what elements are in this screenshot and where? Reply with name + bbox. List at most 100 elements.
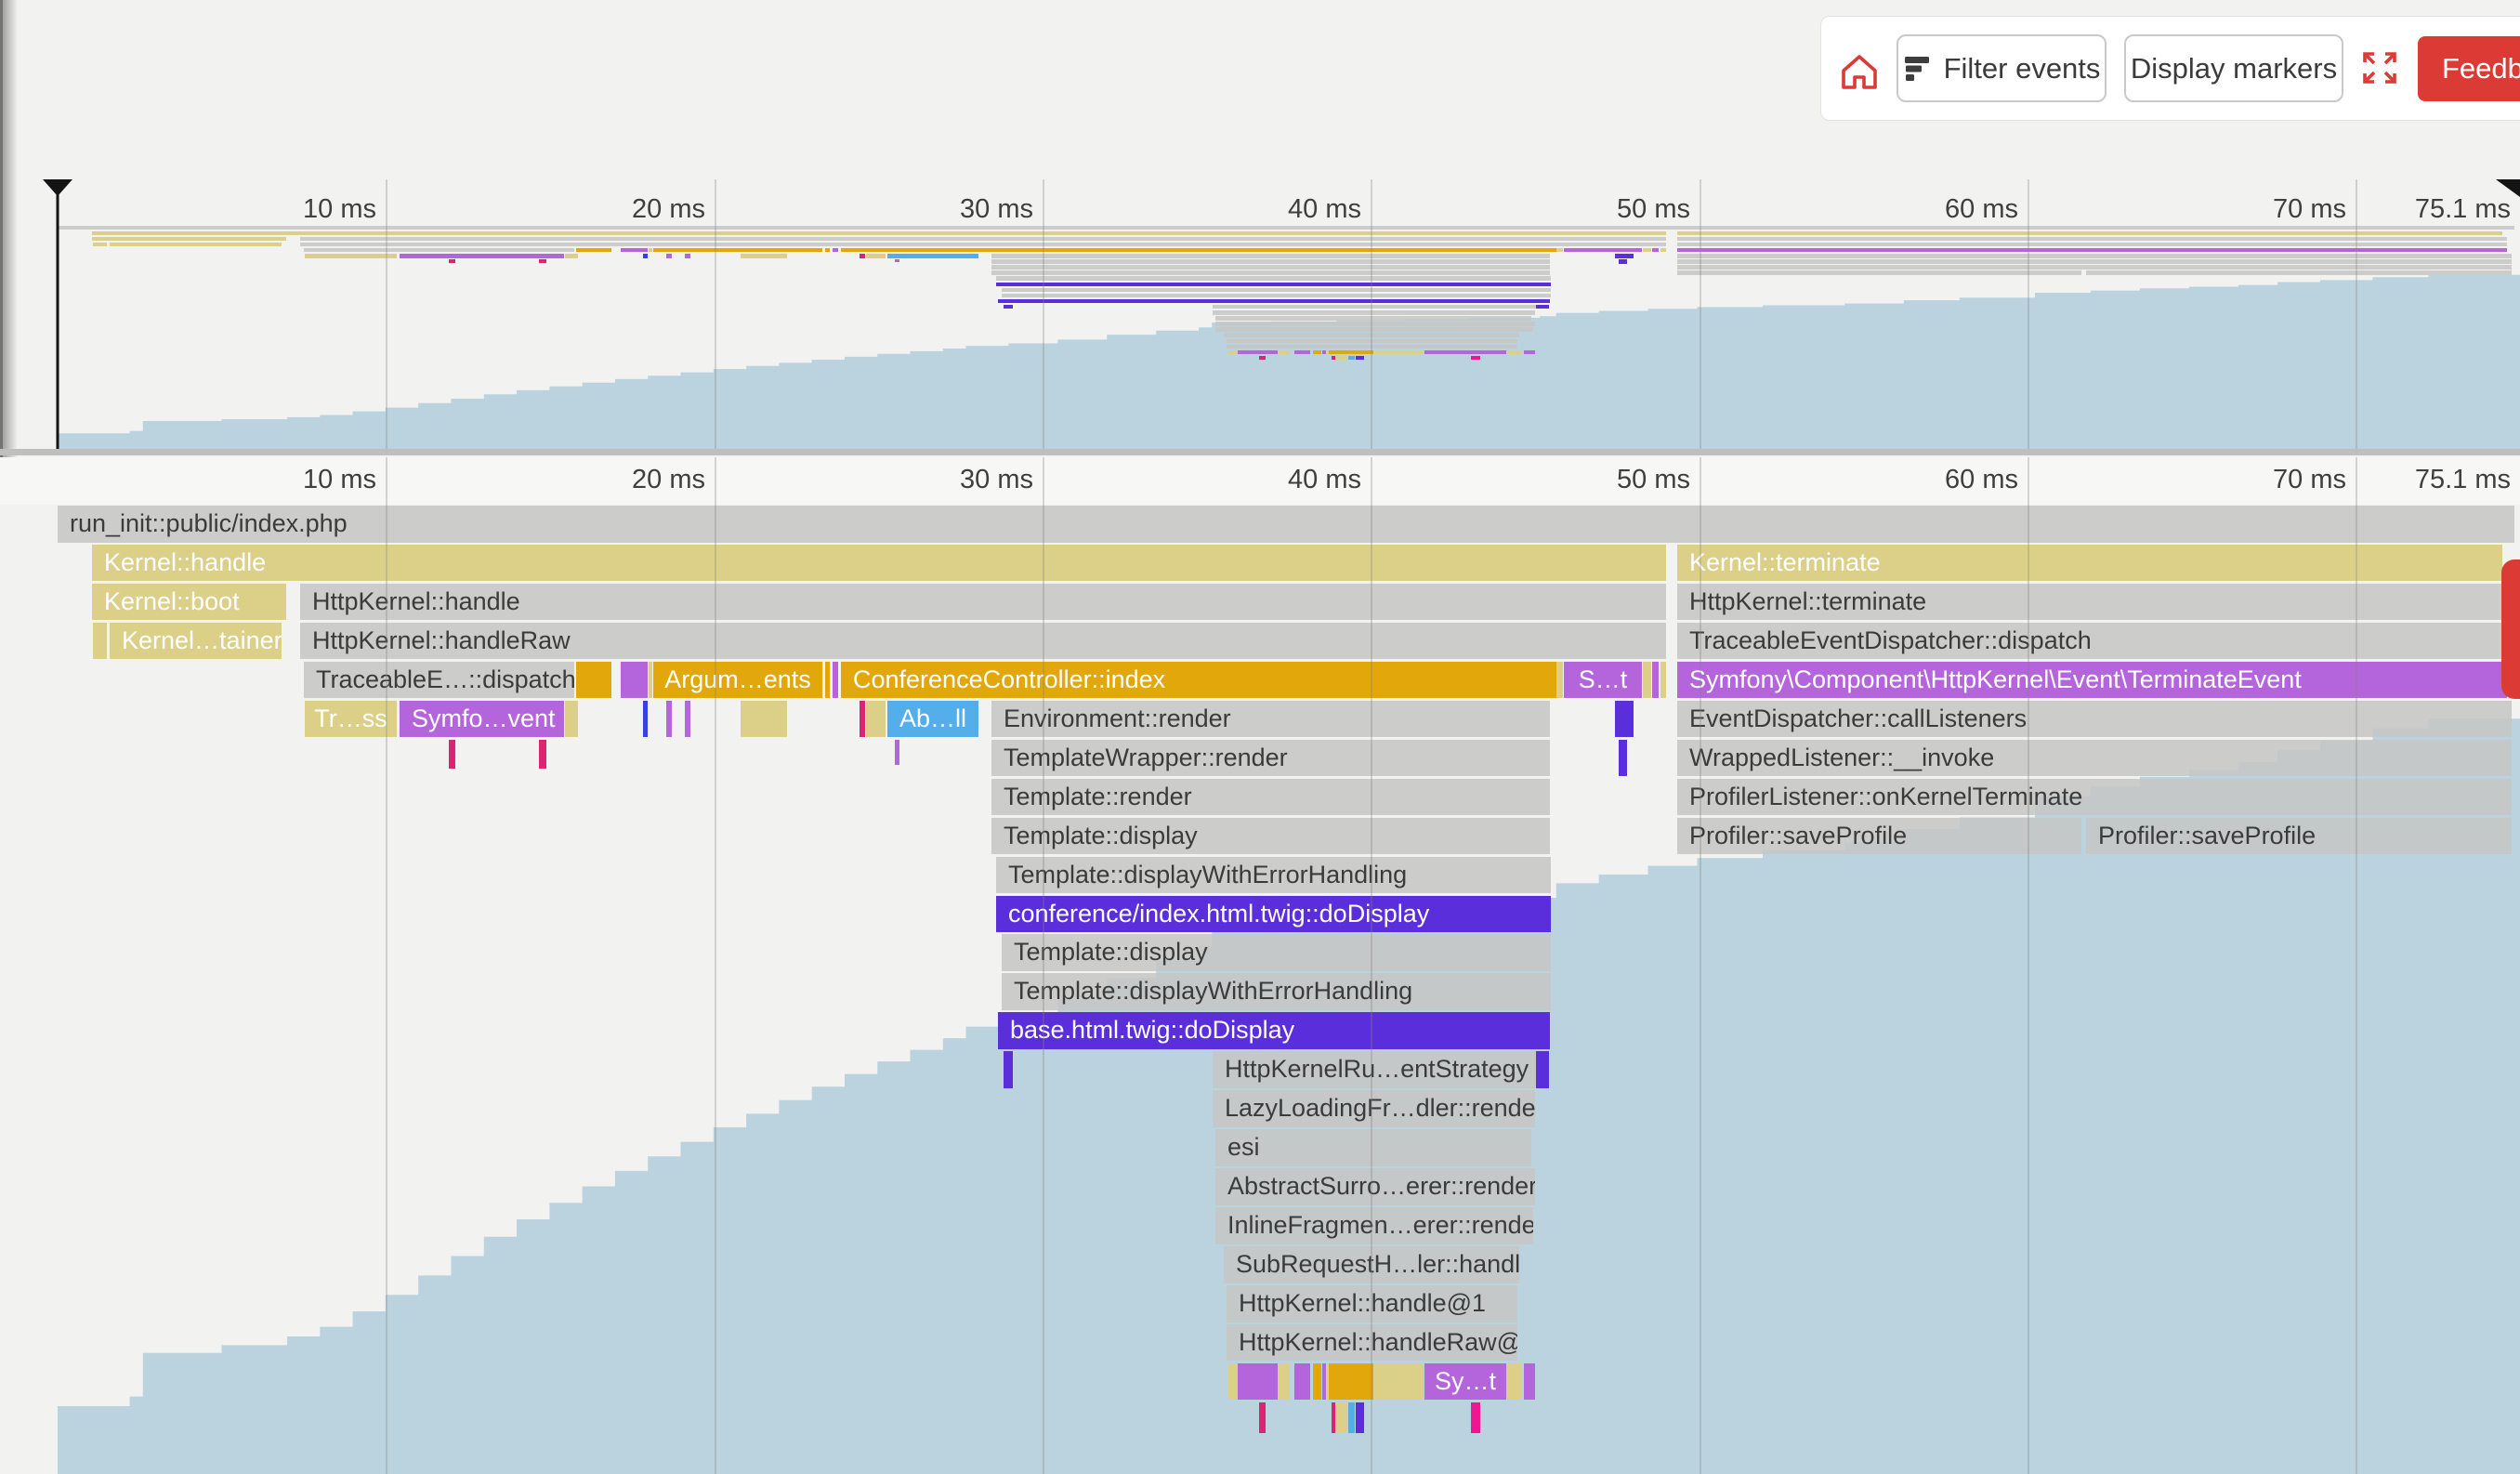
timeline-bar[interactable] <box>539 740 546 770</box>
timeline-bar[interactable]: Kernel…tainer <box>110 623 282 660</box>
timeline-bar[interactable]: ProfilerListener::onKernelTerminate <box>1677 779 2512 816</box>
timeline-bar[interactable] <box>1373 1363 1424 1401</box>
timeline-bar[interactable]: Kernel::handle <box>92 545 1666 582</box>
timeline-bar[interactable] <box>1259 1402 1266 1434</box>
display-markers-label: Display markers <box>2131 52 2337 86</box>
timeline-bar[interactable]: esi <box>1215 1129 1531 1166</box>
timeline-bar[interactable] <box>649 662 652 699</box>
timeline-bar[interactable]: ConferenceController::index <box>841 662 1556 699</box>
timeline-bar[interactable] <box>1643 662 1651 699</box>
timeline-bar[interactable]: Ab…ll <box>887 701 978 738</box>
timeline-bar[interactable] <box>1556 662 1563 699</box>
timeline-bar[interactable]: Symfony\Component\HttpKernel\Event\Termi… <box>1677 662 2507 699</box>
timeline-bar[interactable]: HttpKernel::terminate <box>1677 584 2507 621</box>
timeline-bar[interactable] <box>621 662 648 699</box>
timeline-bar[interactable] <box>866 701 886 738</box>
timeline-bar[interactable]: Template::render <box>991 779 1550 816</box>
timeline-bar[interactable]: Profiler::saveProfile <box>2086 818 2512 855</box>
timeline-bar[interactable] <box>741 701 787 738</box>
timeline-bar[interactable] <box>1228 1363 1238 1401</box>
timeline-bar[interactable] <box>1619 740 1627 777</box>
timeline-bar[interactable] <box>1294 1363 1310 1401</box>
timeline-bar[interactable] <box>825 662 830 699</box>
timeline-bar[interactable] <box>685 701 690 738</box>
timeline-bar[interactable] <box>1615 701 1634 738</box>
timeline-bar[interactable]: Template::displayWithErrorHandling <box>996 857 1551 894</box>
timeline-bar[interactable] <box>565 701 578 738</box>
timeline-bar[interactable]: Argum…ents <box>653 662 822 699</box>
timeline-bar[interactable] <box>860 701 865 738</box>
profiler-timeline-page: run_init::public/index.phpKernel::handle… <box>0 0 2520 1474</box>
timeline-bar[interactable] <box>1278 1363 1290 1401</box>
timeline-bar[interactable]: HttpKernel::handleRaw <box>300 623 1666 660</box>
timeline-bar[interactable]: Profiler::saveProfile <box>1677 818 2081 855</box>
timeline-bar[interactable]: HttpKernel::handle <box>300 584 1666 621</box>
timeline-bar[interactable] <box>1356 1402 1364 1434</box>
timeline-bar[interactable]: Template::display <box>1002 934 1551 971</box>
timeline-bar[interactable]: WrappedListener::__invoke <box>1677 740 2512 777</box>
timeline-bar[interactable] <box>1660 662 1666 699</box>
timeline-bar[interactable]: Sy…t <box>1424 1363 1506 1401</box>
timeline-bar[interactable]: EventDispatcher::callListeners <box>1677 701 2512 738</box>
gridline <box>1371 457 1372 1474</box>
timeline-bar[interactable]: LazyLoadingFr…dler::render <box>1213 1090 1535 1127</box>
timeline-bar[interactable]: Template::display <box>991 818 1550 855</box>
timeline-bar[interactable] <box>1524 1363 1535 1401</box>
timeline-bar[interactable] <box>93 623 107 660</box>
timeline-bar[interactable]: TraceableEventDispatcher::dispatch <box>1677 623 2507 660</box>
timeline-bar[interactable] <box>1652 662 1659 699</box>
timeline-bar[interactable]: base.html.twig::doDisplay <box>998 1012 1550 1049</box>
ruler-tick-label: 30 ms <box>847 465 1033 495</box>
filter-events-button[interactable]: Filter events <box>1897 34 2107 102</box>
timeline-bar[interactable]: TemplateWrapper::render <box>991 740 1550 777</box>
timeline-bar[interactable]: S…t <box>1564 662 1642 699</box>
timeline-bar[interactable]: conference/index.html.twig::doDisplay <box>996 896 1551 933</box>
timeline-bar[interactable] <box>449 740 455 770</box>
gridline <box>2356 457 2357 1474</box>
timeline-bar[interactable]: Kernel::boot <box>92 584 286 621</box>
timeline-bar[interactable] <box>1313 1363 1321 1401</box>
display-markers-button[interactable]: Display markers <box>2124 34 2343 102</box>
timeline-bar[interactable]: Template::displayWithErrorHandling <box>1002 973 1551 1010</box>
fullscreen-icon[interactable] <box>2361 50 2398 86</box>
toolbar: Filter events Display markers Feedback <box>1820 16 2520 121</box>
ruler-tick-label: 40 ms <box>1175 465 1361 495</box>
timeline-bar[interactable] <box>1506 1363 1521 1401</box>
right-edge-red-tab[interactable] <box>2501 559 2520 699</box>
ruler-tick-label: 20 ms <box>519 465 705 495</box>
timeline-bar[interactable] <box>1335 1402 1347 1434</box>
timeline-bar[interactable]: run_init::public/index.php <box>58 506 2514 543</box>
timeline-bar[interactable] <box>666 701 672 738</box>
feedback-label: Feedback <box>2442 52 2520 86</box>
timeline-bar[interactable] <box>1536 1051 1549 1088</box>
timeline-bar[interactable] <box>1348 1402 1355 1434</box>
gridline <box>1043 457 1044 1474</box>
ruler-tick-label: 75.1 ms <box>2325 465 2511 495</box>
gridline <box>715 457 716 1474</box>
timeline-bar[interactable]: Kernel::terminate <box>1677 545 2502 582</box>
minimap-selection-handles[interactable] <box>0 177 2520 455</box>
ruler-tick-label: 60 ms <box>1832 465 2018 495</box>
timeline-bar[interactable] <box>576 662 611 699</box>
timeline-bar[interactable] <box>1004 1051 1013 1088</box>
timeline-bar[interactable]: HttpKernelRu…entStrategy <box>1213 1051 1536 1088</box>
filter-list-icon <box>1903 55 1931 82</box>
right-handle-icon[interactable] <box>2496 179 2520 197</box>
timeline-bar[interactable]: InlineFragmen…erer::render <box>1215 1207 1533 1244</box>
timeline-bar[interactable] <box>1238 1363 1278 1401</box>
timeline-bar[interactable]: AbstractSurro…erer::render <box>1215 1168 1535 1205</box>
filter-events-label: Filter events <box>1944 52 2101 86</box>
home-icon[interactable] <box>1840 53 1879 90</box>
timeline-bar[interactable] <box>1329 1363 1373 1401</box>
timeline-bar[interactable] <box>1471 1402 1480 1434</box>
timeline-bar[interactable] <box>643 701 648 738</box>
timeline-bar[interactable]: TraceableE…::dispatch <box>304 662 574 699</box>
feedback-button[interactable]: Feedback <box>2418 36 2520 101</box>
timeline-bar[interactable] <box>895 740 899 766</box>
timeline-bar[interactable]: Tr…ss <box>305 701 397 738</box>
timeline-bar[interactable]: Environment::render <box>991 701 1550 738</box>
timeline-bar[interactable]: Symfo…vent <box>400 701 564 738</box>
timeline-bar[interactable] <box>833 662 838 699</box>
gridline <box>1700 457 1701 1474</box>
ruler-tick-label: 70 ms <box>2160 465 2346 495</box>
